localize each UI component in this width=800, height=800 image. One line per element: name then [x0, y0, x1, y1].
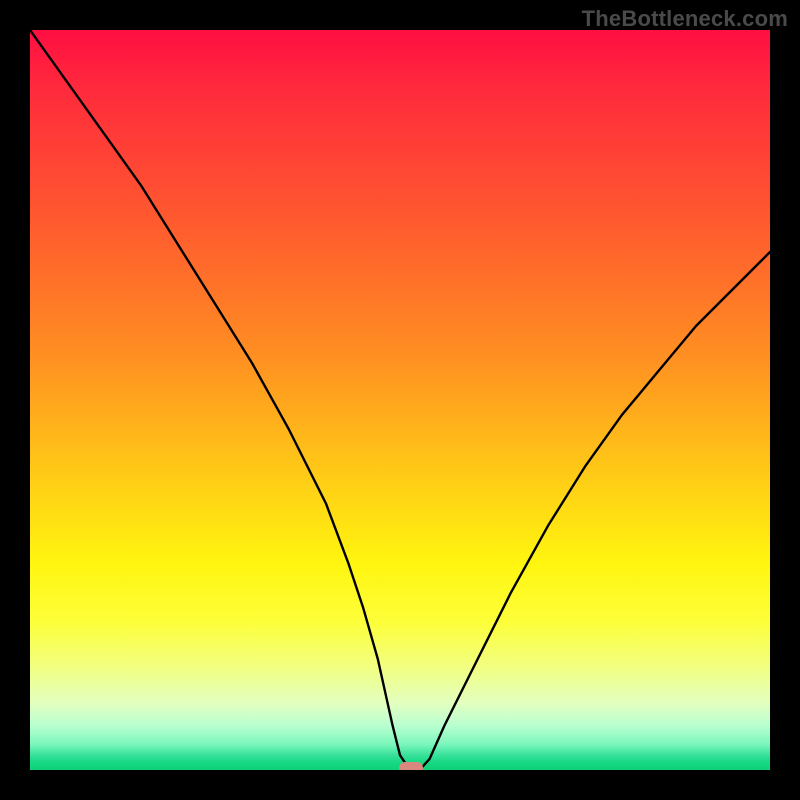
- bottleneck-curve-path: [30, 30, 770, 769]
- chart-frame: TheBottleneck.com: [0, 0, 800, 800]
- optimum-marker: [399, 762, 423, 770]
- curve-layer: [30, 30, 770, 770]
- plot-area: [30, 30, 770, 770]
- watermark-text: TheBottleneck.com: [582, 6, 788, 32]
